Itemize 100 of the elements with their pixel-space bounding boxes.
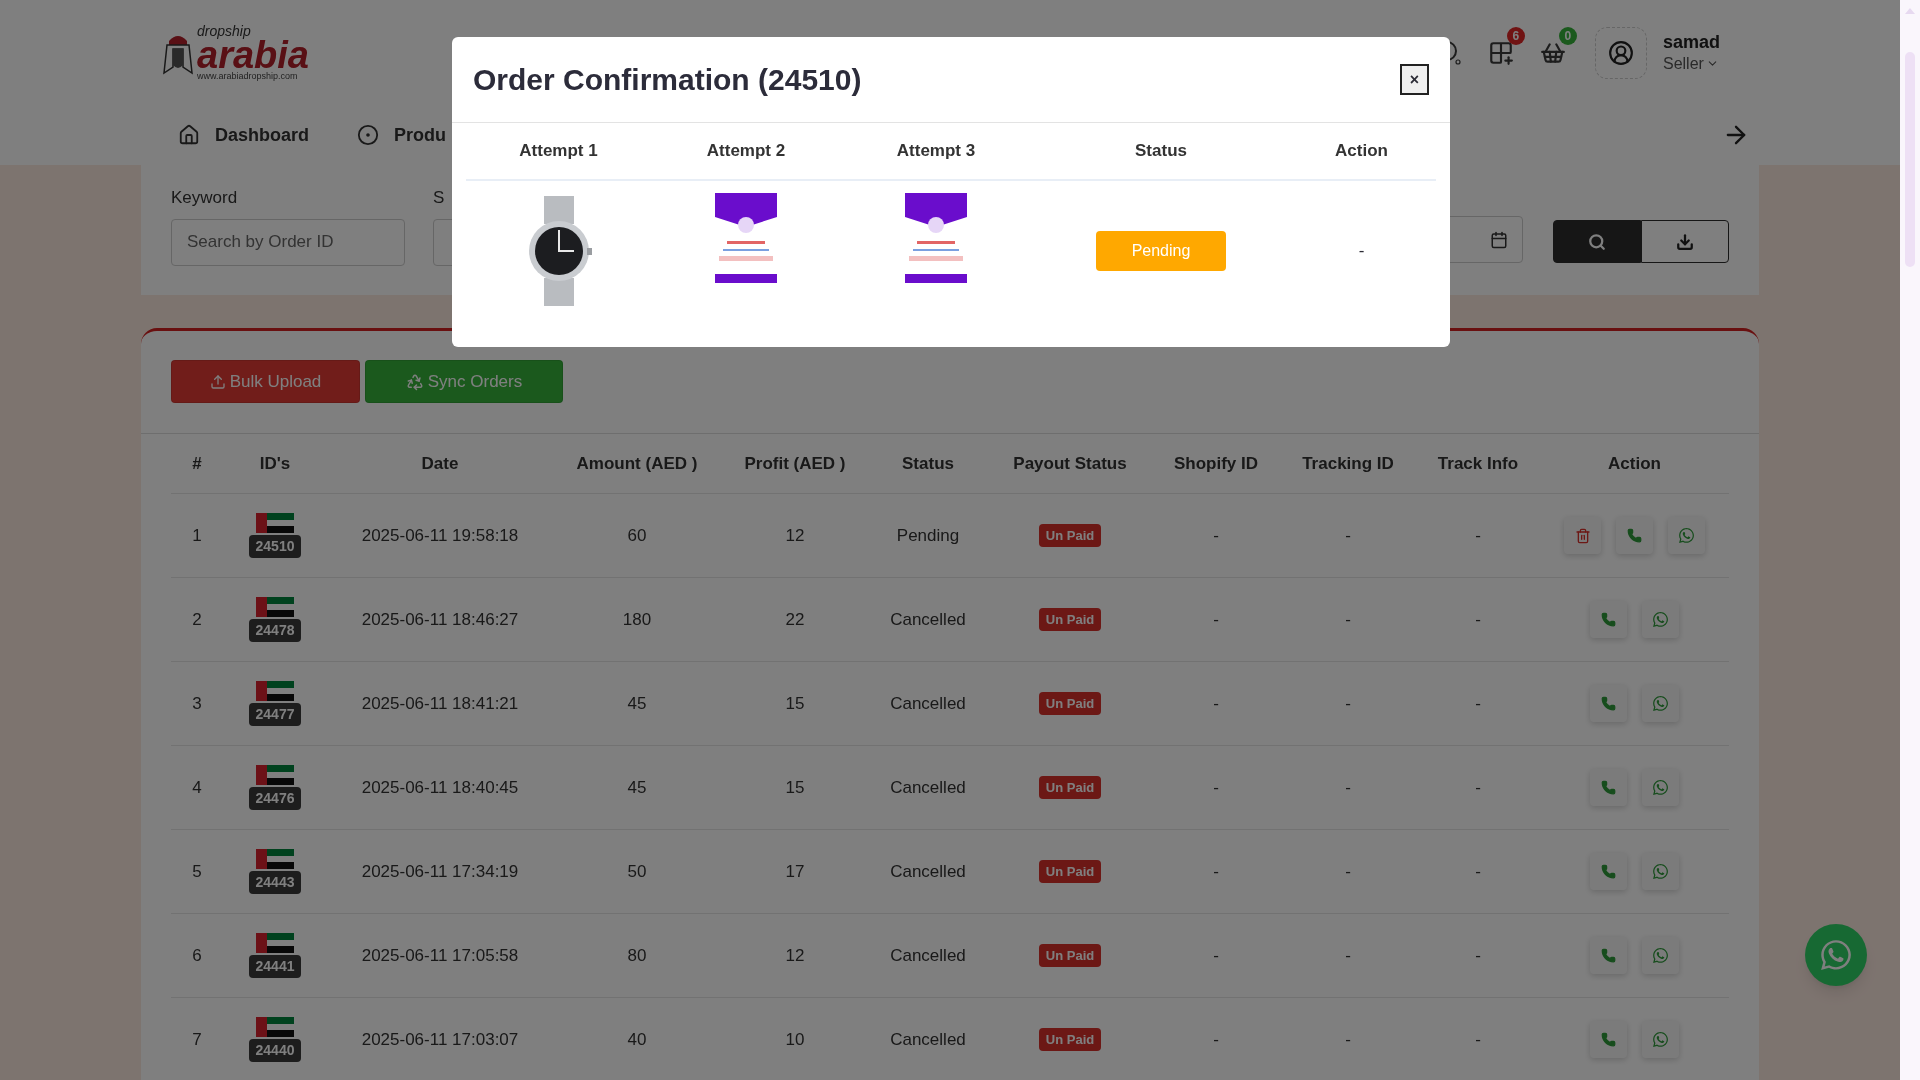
logo-url: www.arabiadropship.com bbox=[197, 72, 299, 82]
whatsapp-button[interactable] bbox=[1642, 601, 1679, 638]
target-icon bbox=[357, 124, 380, 146]
status-badge: Pending bbox=[1096, 231, 1226, 271]
order-id-badge[interactable]: 24440 bbox=[248, 1039, 302, 1062]
order-id-badge[interactable]: 24477 bbox=[248, 703, 302, 726]
close-button[interactable]: × bbox=[1400, 64, 1429, 95]
flag-icon bbox=[256, 1017, 294, 1037]
apps-icon[interactable] bbox=[1487, 39, 1514, 66]
table-cell-text: 2025-06-11 17:34:19 bbox=[361, 860, 519, 883]
payout-status-badge: Un Paid bbox=[1038, 775, 1102, 800]
column-header: ID's bbox=[259, 452, 291, 475]
column-header: Shopify ID bbox=[1173, 452, 1259, 475]
table-cell-text: 5 bbox=[192, 860, 202, 883]
flag-icon bbox=[256, 765, 294, 785]
column-header: Date bbox=[421, 452, 459, 475]
whatsapp-button[interactable] bbox=[1642, 685, 1679, 722]
sync-orders-button[interactable]: Sync Orders bbox=[365, 360, 563, 403]
table-cell-text: - bbox=[1358, 240, 1365, 263]
download-button[interactable] bbox=[1641, 220, 1729, 263]
field-label: Keyword bbox=[171, 187, 239, 209]
upload-icon bbox=[209, 373, 226, 390]
phone-icon bbox=[1601, 864, 1616, 879]
column-header: Attempt 3 bbox=[896, 140, 976, 163]
table-cell-text: 80 bbox=[627, 944, 647, 967]
table-cell-text: 2025-06-11 18:40:45 bbox=[361, 776, 519, 799]
table-cell-text: - bbox=[1475, 944, 1481, 967]
table-cell-text: - bbox=[1345, 692, 1351, 715]
column-header: Action bbox=[1335, 140, 1388, 163]
table-cell-text: - bbox=[1213, 944, 1219, 967]
table-cell-text: 50 bbox=[627, 860, 647, 883]
table-cell-text: 12 bbox=[785, 944, 805, 967]
call-button[interactable] bbox=[1590, 853, 1627, 890]
table-cell-text: 17 bbox=[785, 860, 805, 883]
whatsapp-button[interactable] bbox=[1642, 937, 1679, 974]
whatsapp-button[interactable] bbox=[1642, 1021, 1679, 1058]
table-cell-text: 45 bbox=[627, 776, 647, 799]
search-icon bbox=[1588, 232, 1606, 251]
phone-icon bbox=[1601, 948, 1616, 963]
call-button[interactable] bbox=[1590, 1021, 1627, 1058]
bulk-upload-button[interactable]: Bulk Upload bbox=[171, 360, 360, 403]
whatsapp-icon bbox=[1652, 695, 1669, 712]
table-cell-text: Cancelled bbox=[890, 944, 966, 967]
nav-link[interactable]: Dashboard bbox=[178, 121, 310, 149]
call-button[interactable] bbox=[1616, 517, 1653, 554]
column-header: Attempt 1 bbox=[519, 140, 598, 163]
user-icon bbox=[1607, 39, 1634, 66]
table-cell-text: - bbox=[1345, 776, 1351, 799]
whatsapp-button[interactable] bbox=[1642, 853, 1679, 890]
table-cell-text: - bbox=[1345, 1028, 1351, 1051]
table-cell-text: - bbox=[1213, 1028, 1219, 1051]
table-cell-text: 180 bbox=[622, 608, 652, 631]
table-cell-text: 45 bbox=[627, 692, 647, 715]
whatsapp-button[interactable] bbox=[1668, 517, 1705, 554]
flag-icon bbox=[256, 681, 294, 701]
whatsapp-icon bbox=[1819, 938, 1853, 972]
payout-status-badge: Un Paid bbox=[1038, 607, 1102, 632]
order-id-badge[interactable]: 24478 bbox=[248, 619, 302, 642]
order-id-badge[interactable]: 24441 bbox=[248, 955, 302, 978]
scroll-up-icon[interactable] bbox=[1905, 8, 1915, 14]
table-cell-text: 2025-06-11 18:46:27 bbox=[361, 608, 519, 631]
nav-link[interactable]: Produ bbox=[357, 121, 447, 149]
call-button[interactable] bbox=[1590, 937, 1627, 974]
table-cell-text: 2025-06-11 19:58:18 bbox=[361, 524, 519, 547]
column-header: Status bbox=[1135, 140, 1187, 163]
table-cell-text: - bbox=[1475, 608, 1481, 631]
logo-tagline: dropship bbox=[197, 23, 252, 38]
table-cell-text: 6 bbox=[192, 944, 202, 967]
search-button[interactable] bbox=[1553, 220, 1641, 263]
flag-icon bbox=[256, 513, 294, 533]
table-cell-text: - bbox=[1475, 524, 1481, 547]
table-cell-text: 2025-06-11 18:41:21 bbox=[361, 692, 519, 715]
call-button[interactable] bbox=[1590, 769, 1627, 806]
payout-status-badge: Un Paid bbox=[1038, 691, 1102, 716]
table-cell-text: - bbox=[1213, 524, 1219, 547]
order-id-badge[interactable]: 24443 bbox=[248, 871, 302, 894]
column-header: Tracking ID bbox=[1302, 452, 1394, 475]
whatsapp-button[interactable] bbox=[1642, 769, 1679, 806]
delete-button[interactable] bbox=[1564, 517, 1601, 554]
user-role-dropdown[interactable]: Seller bbox=[1662, 53, 1720, 74]
whatsapp-icon bbox=[1678, 527, 1695, 544]
flag-icon bbox=[256, 933, 294, 953]
payout-status-badge: Un Paid bbox=[1038, 1027, 1102, 1052]
count-badge: 0 bbox=[1558, 26, 1577, 45]
table-cell-text: 15 bbox=[785, 776, 805, 799]
avatar-button[interactable] bbox=[1594, 26, 1647, 79]
table-cell-text: 1 bbox=[192, 524, 202, 547]
table-cell-text: 7 bbox=[192, 1028, 202, 1051]
table-cell-text: Cancelled bbox=[890, 776, 966, 799]
order-id-badge[interactable]: 24510 bbox=[248, 535, 302, 558]
recycle-icon bbox=[405, 372, 424, 391]
search-field[interactable]: Search by Order ID bbox=[171, 218, 405, 266]
call-button[interactable] bbox=[1590, 685, 1627, 722]
table-cell-text: - bbox=[1345, 860, 1351, 883]
call-button[interactable] bbox=[1590, 601, 1627, 638]
table-cell-text: 2 bbox=[192, 608, 202, 631]
table-cell-text: - bbox=[1345, 608, 1351, 631]
order-id-badge[interactable]: 24476 bbox=[248, 787, 302, 810]
table-cell-text: - bbox=[1475, 776, 1481, 799]
whatsapp-icon bbox=[1652, 947, 1669, 964]
